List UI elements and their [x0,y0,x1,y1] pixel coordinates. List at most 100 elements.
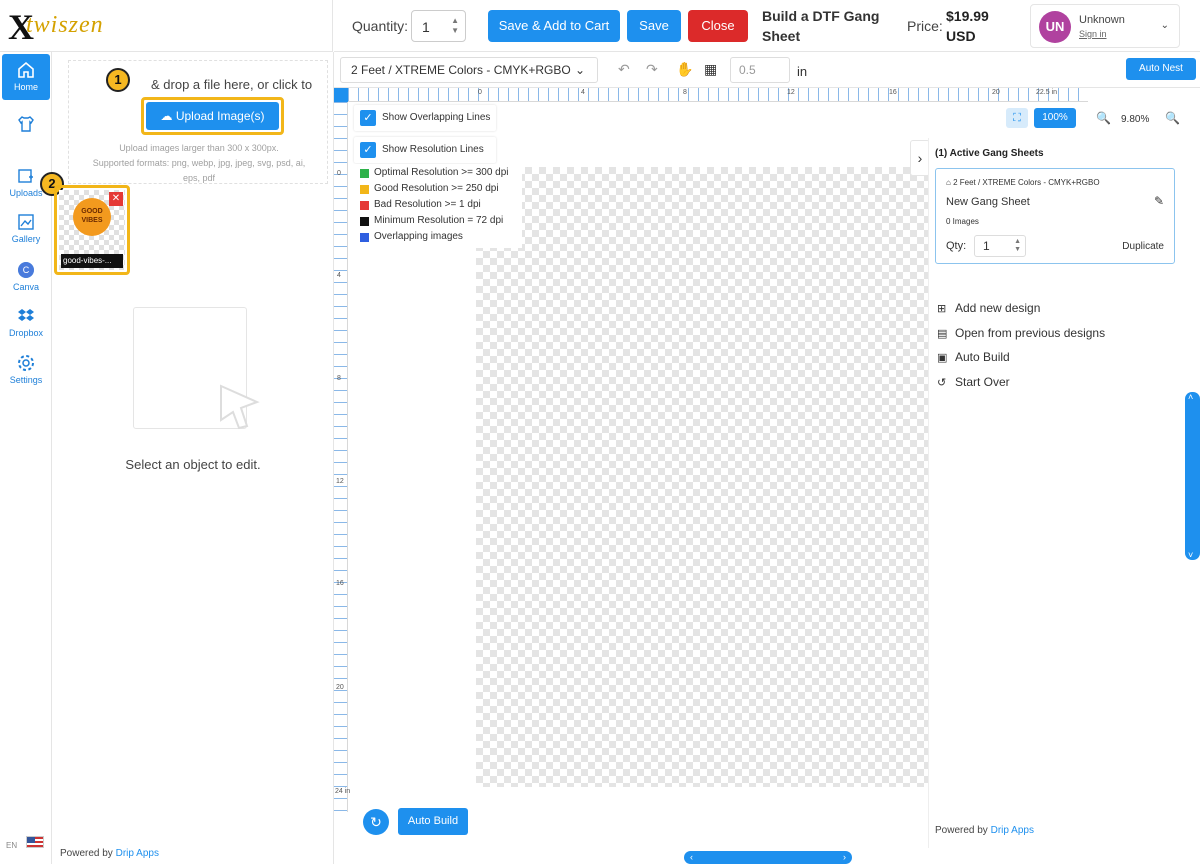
ruler-tick: 20 [336,684,344,691]
brand-logo[interactable]: X twiszen [0,0,333,52]
home-icon [18,61,34,78]
gang-sheets-panel: (1) Active Gang Sheets ⌂ 2 Feet / XTREME… [928,138,1182,848]
sheet-qty-label: Qty: [946,240,967,252]
drip-apps-link[interactable]: Drip Apps [991,825,1034,836]
checkbox-checked-icon[interactable]: ✓ [360,110,376,126]
avatar[interactable]: UN [1039,11,1071,43]
legend-label: Optimal Resolution >= 300 dpi [374,167,509,178]
ruler-tick: 22.5 in [1036,89,1058,96]
checkbox-checked-icon[interactable]: ✓ [360,142,376,158]
powered-by: Powered by Drip Apps [935,825,1034,836]
vertical-scrollbar[interactable]: ˄ ˅ [1185,392,1200,560]
sheet-breadcrumb: ⌂ 2 Feet / XTREME Colors - CMYK+RGBO [946,178,1100,187]
quantity-value[interactable]: 1 [422,19,430,35]
delete-icon[interactable]: ✕ [109,192,123,206]
auto-build-button[interactable]: Auto Build [398,808,468,835]
legend-swatch [360,201,369,210]
chevron-down-icon[interactable]: ⌄ [1161,20,1169,31]
ruler-tick: 0 [337,170,341,177]
sign-in-link[interactable]: Sign in [1079,29,1107,39]
legend-item: Optimal Resolution >= 300 dpi [360,165,509,181]
ruler-tick: 8 [683,89,687,96]
quantity-label: Quantity: [352,18,409,34]
upload-images-button[interactable]: ☁ Upload Image(s) [146,102,279,130]
sheet-qty-stepper[interactable]: 1 ▲ ▼ [974,235,1026,257]
nav-canva[interactable]: C Canva [2,254,50,300]
redo-icon[interactable]: ↷ [646,61,658,78]
ruler-tick: 24 in [335,788,351,795]
gang-sheet-card[interactable]: ⌂ 2 Feet / XTREME Colors - CMYK+RGBO New… [935,168,1175,264]
legend-swatch [360,185,369,194]
uploaded-image-tile[interactable]: GOOD VIBES ✕ good-vibes-... [54,185,130,275]
refresh-icon[interactable]: ↻ [363,809,389,835]
save-add-to-cart-button[interactable]: Save & Add to Cart [488,10,620,42]
chevron-left-icon[interactable]: ‹ [690,851,693,864]
image-thumbnail[interactable]: GOOD VIBES ✕ good-vibes-... [59,190,125,270]
drip-apps-link[interactable]: Drip Apps [116,848,159,859]
active-gang-sheets-title: (1) Active Gang Sheets [935,148,1044,159]
ruler-top [348,88,1088,102]
undo-icon[interactable]: ↶ [618,61,630,78]
show-overlapping-toggle[interactable]: ✓ Show Overlapping Lines [354,105,496,131]
edit-icon[interactable]: ✎ [1154,194,1164,208]
powered-by: Powered by Drip Apps [60,848,159,859]
pan-hand-icon[interactable]: ✋ [676,61,693,78]
thumbnail-artwork: GOOD VIBES [73,198,111,236]
powered-prefix: Powered by [60,848,113,859]
nav-gallery[interactable]: Gallery [2,206,50,252]
gear-icon [18,355,34,371]
resolution-legend: Optimal Resolution >= 300 dpi Good Resol… [354,164,522,248]
open-previous-designs-action[interactable]: ▤ Open from previous designs [937,326,1105,340]
chevron-down-icon[interactable]: ˅ [1188,550,1193,560]
upload-highlight: ☁ Upload Image(s) [141,97,284,135]
us-flag-icon[interactable] [26,836,44,848]
nav-products[interactable] [2,104,50,150]
start-over-action[interactable]: ↺ Start Over [937,375,1010,389]
legend-item: Minimum Resolution = 72 dpi [360,213,503,229]
zoom-in-icon[interactable]: 🔍 [1165,111,1180,125]
save-button[interactable]: Save [627,10,681,42]
nav-label: Gallery [11,234,41,244]
stepper-arrows-icon[interactable]: ▲ ▼ [1014,238,1021,254]
nav-home[interactable]: Home [2,54,50,100]
ruler-corner [334,88,348,102]
sheet-image-count: 0 Images [946,217,979,226]
svg-text:C: C [23,265,30,275]
auto-build-action[interactable]: ▣ Auto Build [937,350,1010,364]
grid-icon[interactable]: ▦ [704,61,717,78]
legend-label: Overlapping images [374,231,463,242]
close-button[interactable]: Close [688,10,748,42]
sheet-qty-value[interactable]: 1 [983,239,990,253]
legend-label: Minimum Resolution = 72 dpi [374,215,504,226]
duplicate-button[interactable]: Duplicate [1122,241,1164,252]
nav-dropbox[interactable]: Dropbox [2,300,50,346]
quantity-stepper[interactable]: 1 ▲ ▼ [411,10,466,42]
zoom-out-icon[interactable]: 🔍 [1096,111,1111,125]
sheet-size-select[interactable]: 2 Feet / XTREME Colors - CMYK+RGBO ⌄ [340,57,598,83]
sheet-name: New Gang Sheet [946,196,1030,208]
add-new-design-action[interactable]: ⊞ Add new design [937,301,1040,315]
auto-nest-button[interactable]: Auto Nest [1126,58,1196,80]
gallery-icon [18,214,34,230]
powered-prefix: Powered by [935,825,988,836]
collapse-panel-button[interactable]: › [910,140,930,176]
sheet-path-text: 2 Feet / XTREME Colors - CMYK+RGBO [953,178,1100,187]
ruler-tick: 12 [336,478,344,485]
language-code[interactable]: EN [6,841,17,850]
nav-settings[interactable]: Settings [2,347,50,393]
show-resolution-toggle[interactable]: ✓ Show Resolution Lines [354,137,496,163]
user-menu[interactable]: UN Unknown Sign in ⌄ [1030,4,1180,48]
ruler-left [334,102,348,812]
chevron-right-icon[interactable]: › [843,851,846,864]
action-label: Add new design [955,301,1041,315]
zoom-reset-button[interactable]: 100% [1034,108,1076,128]
nav-label: Uploads [9,188,43,198]
grid-size-input[interactable]: 0.5 [730,57,790,83]
gang-sheet-canvas[interactable] [476,167,928,787]
user-name: Unknown [1079,14,1125,26]
legend-item: Bad Resolution >= 1 dpi [360,197,481,213]
horizontal-scrollbar[interactable]: ‹ › [684,851,852,864]
chevron-up-icon[interactable]: ˄ [1188,392,1193,402]
stepper-arrows-icon[interactable]: ▲ ▼ [451,16,459,36]
fit-screen-icon[interactable]: ⛶ [1006,108,1028,128]
